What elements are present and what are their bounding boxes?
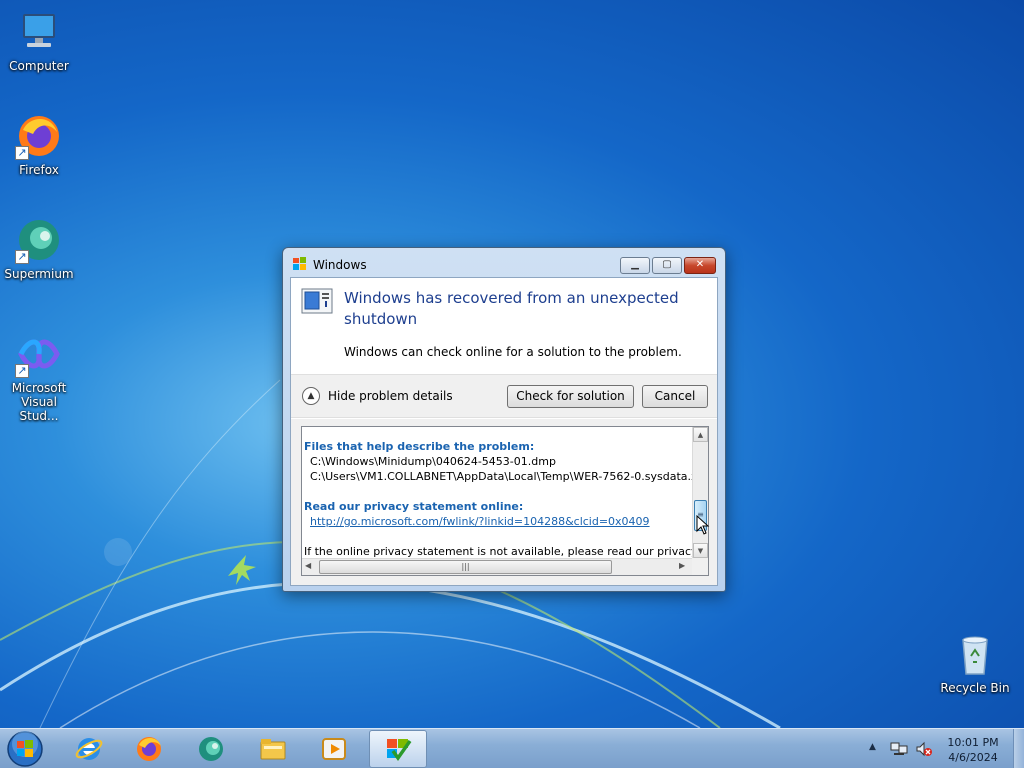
system-clock[interactable]: 10:01 PM 4/6/2024: [940, 735, 1006, 765]
shortcut-arrow-icon: ↗: [15, 364, 29, 378]
check-for-solution-button[interactable]: Check for solution: [507, 385, 634, 408]
clock-date: 4/6/2024: [948, 751, 998, 764]
cancel-button[interactable]: Cancel: [642, 385, 708, 408]
desktop-icon-label: Microsoft Visual Stud...: [11, 381, 67, 423]
scroll-right-button[interactable]: ▶: [679, 561, 685, 570]
action-center-icon: [387, 739, 412, 762]
minimize-button[interactable]: ▁: [620, 257, 650, 274]
network-icon[interactable]: [890, 741, 908, 757]
offline-privacy-text: If the online privacy statement is not a…: [304, 545, 692, 558]
supermium-icon: ↗: [15, 216, 63, 264]
horizontal-scrollbar[interactable]: ◀ ||| ▶: [302, 558, 692, 575]
chevron-up-icon: ▲: [307, 391, 315, 401]
taskbar-supermium[interactable]: [183, 730, 241, 768]
scrollbar-corner: [692, 558, 708, 575]
shortcut-arrow-icon: ↗: [15, 250, 29, 264]
dialog-description: Windows can check online for a solution …: [344, 345, 682, 359]
scroll-up-button[interactable]: ▲: [693, 427, 708, 442]
file-path: C:\Windows\Minidump\040624-5453-01.dmp: [310, 455, 556, 468]
taskbar-media-player[interactable]: [306, 730, 364, 768]
firefox-icon: [137, 737, 161, 761]
desktop-icon-firefox[interactable]: ↗ Firefox: [1, 112, 77, 177]
horizontal-scroll-thumb[interactable]: |||: [319, 560, 612, 574]
windows-orb-icon: [7, 731, 43, 767]
title-bar[interactable]: Windows ▁ ▢ ✕: [283, 248, 725, 278]
mouse-cursor-icon: [696, 515, 710, 535]
toggle-details-label[interactable]: Hide problem details: [328, 389, 453, 403]
command-bar: ▲ Hide problem details Check for solutio…: [291, 374, 717, 418]
taskbar: ▲ 10:01 PM 4/6/2024: [0, 728, 1024, 768]
minimize-icon: ▁: [631, 259, 639, 270]
dialog-heading: Windows has recovered from an unexpected…: [344, 289, 679, 328]
problem-details-box[interactable]: Files that help describe the problem: C:…: [301, 426, 709, 576]
taskbar-windows-explorer[interactable]: [245, 730, 303, 768]
start-button[interactable]: [5, 730, 45, 768]
windows-explorer-icon: [260, 739, 286, 760]
desktop-icon-visual-studio[interactable]: ↗ Microsoft Visual Stud...: [1, 330, 77, 423]
maximize-button[interactable]: ▢: [652, 257, 682, 274]
windows-flag-icon: [293, 257, 306, 270]
media-player-icon: [322, 738, 346, 760]
visual-studio-icon: ↗: [15, 330, 63, 378]
dialog-body: Windows has recovered from an unexpected…: [290, 277, 718, 586]
clock-time: 10:01 PM: [947, 736, 999, 749]
close-icon: ✕: [695, 259, 705, 270]
firefox-icon: ↗: [15, 112, 63, 160]
shortcut-arrow-icon: ↗: [15, 146, 29, 160]
volume-muted-icon[interactable]: [915, 741, 933, 757]
close-button[interactable]: ✕: [684, 257, 716, 274]
scroll-left-button[interactable]: ◀: [305, 561, 311, 570]
desktop-icon-supermium[interactable]: ↗ Supermium: [1, 216, 77, 281]
desktop-icon-computer[interactable]: Computer: [1, 8, 77, 73]
files-heading: Files that help describe the problem:: [304, 440, 535, 453]
report-window-icon: [301, 288, 333, 314]
desktop-icon-label: Firefox: [19, 163, 59, 177]
window-title: Windows: [313, 258, 367, 272]
desktop-icon-recycle-bin[interactable]: Recycle Bin: [937, 630, 1013, 695]
desktop-icon-label: Computer: [9, 59, 69, 73]
desktop-icon-label: Supermium: [4, 267, 74, 281]
windows-recovery-dialog: Windows ▁ ▢ ✕ Windows has recovered from…: [282, 247, 726, 592]
vertical-scrollbar[interactable]: ▲ ≡ ▼: [692, 427, 708, 559]
file-path: C:\Users\VM1.COLLABNET\AppData\Local\Tem…: [310, 470, 692, 483]
scroll-down-button[interactable]: ▼: [693, 543, 708, 558]
privacy-link[interactable]: http://go.microsoft.com/fwlink/?linkid=1…: [304, 514, 692, 529]
show-desktop-button[interactable]: [1013, 729, 1024, 768]
desktop-icon-label: Recycle Bin: [940, 681, 1010, 695]
taskbar-internet-explorer[interactable]: [61, 730, 119, 768]
show-hidden-icons-button[interactable]: ▲: [869, 742, 876, 752]
taskbar-firefox[interactable]: [121, 730, 179, 768]
problem-details-content: Files that help describe the problem: C:…: [304, 439, 692, 559]
recycle-bin-icon: [951, 630, 999, 678]
supermium-icon: [199, 737, 223, 761]
computer-icon: [15, 8, 63, 56]
maximize-icon: ▢: [662, 259, 672, 270]
taskbar-action-center[interactable]: [369, 730, 427, 768]
toggle-details-button[interactable]: ▲: [302, 387, 320, 405]
internet-explorer-icon: [75, 738, 103, 760]
privacy-heading: Read our privacy statement online:: [304, 500, 524, 513]
